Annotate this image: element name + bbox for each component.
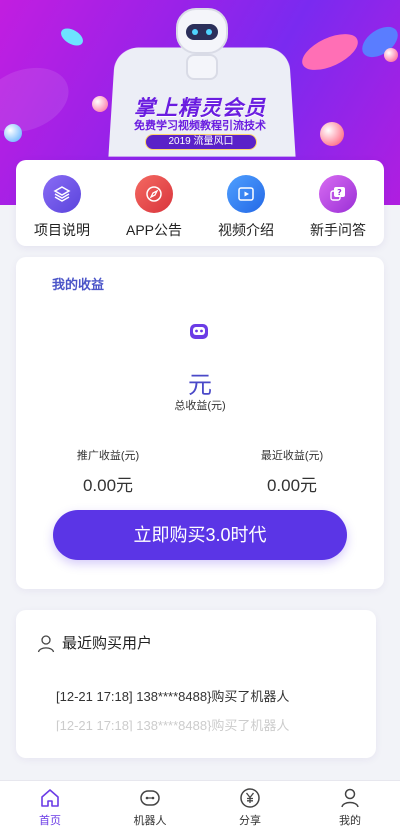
layers-icon (43, 175, 81, 213)
decor-shape (58, 24, 86, 50)
video-icon (227, 175, 265, 213)
user-outline-icon (37, 634, 55, 652)
quick-menu: 项目说明 APP公告 视频介绍 ? 新手问答 (16, 160, 384, 246)
recent-buyers-card: 最近购买用户 [12-21 17:18] 138****8488}购买了机器人 … (16, 610, 376, 758)
quick-label: 新手问答 (310, 222, 366, 238)
recent-buyers-header: 最近购买用户 (36, 632, 152, 653)
total-earnings-label: 总收益(元) (174, 400, 226, 412)
earnings-card: 我的收益 元 总收益(元) 推广收益(元) 0.00元 最近收益(元) 0.00… (16, 257, 384, 589)
list-item: [12-21 17:18] 138****8488}购买了机器人 (56, 718, 290, 733)
quick-label: 视频介绍 (218, 222, 274, 238)
total-earnings-value: 元 (188, 372, 212, 399)
robot-icon (188, 321, 210, 343)
buy-now-button[interactable]: 立即购买3.0时代 (53, 510, 347, 560)
home-icon (41, 789, 59, 807)
tab-share[interactable]: 分享 (200, 781, 300, 830)
recent-earnings-label: 最近收益(元) (260, 450, 324, 462)
decor-ball (384, 48, 398, 62)
compass-icon (135, 175, 173, 213)
quick-item-video[interactable]: 视频介绍 (200, 160, 292, 246)
quick-item-faq[interactable]: ? 新手问答 (292, 160, 384, 246)
tab-mine[interactable]: 我的 (300, 781, 400, 830)
recent-earnings-value: 0.00元 (266, 476, 318, 495)
recent-buyers-list: [12-21 17:18] 138****8488}购买了机器人 [12-21 … (56, 688, 289, 749)
robot-mascot-body (186, 54, 218, 80)
list-item: [12-21 17:18] 138****8488}购买了机器人 (56, 689, 290, 704)
user-icon (341, 788, 359, 808)
promo-earnings-label: 推广收益(元) (76, 450, 140, 462)
svg-text:?: ? (337, 188, 342, 197)
earnings-title: 我的收益 (52, 277, 105, 292)
banner-subtitle: 免费学习视频教程引流技术 (134, 120, 266, 132)
promo-earnings: 推广收益(元) 0.00元 (38, 447, 178, 496)
tab-label: 我的 (339, 815, 361, 827)
promo-earnings-value: 0.00元 (82, 476, 134, 495)
tab-robot[interactable]: 机器人 (100, 781, 200, 830)
yen-icon (240, 788, 260, 808)
quick-label: APP公告 (125, 222, 182, 238)
question-chat-icon: ? (319, 175, 357, 213)
quick-item-announcement[interactable]: APP公告 (108, 160, 200, 246)
robot-icon (140, 790, 160, 806)
tab-label: 机器人 (133, 815, 167, 827)
decor-shape (296, 26, 364, 78)
tab-label: 分享 (239, 815, 261, 827)
quick-item-project[interactable]: 项目说明 (16, 160, 108, 246)
banner-badge: 2019 流量风口 (145, 134, 257, 150)
robot-mascot (176, 8, 228, 54)
quick-label: 项目说明 (34, 222, 90, 238)
recent-earnings: 最近收益(元) 0.00元 (222, 447, 362, 496)
tab-label: 首页 (39, 815, 61, 827)
tab-home[interactable]: 首页 (0, 781, 100, 830)
bottom-tab-bar: 首页 机器人 分享 我的 (0, 780, 400, 830)
recent-buyers-title: 最近购买用户 (62, 635, 153, 652)
